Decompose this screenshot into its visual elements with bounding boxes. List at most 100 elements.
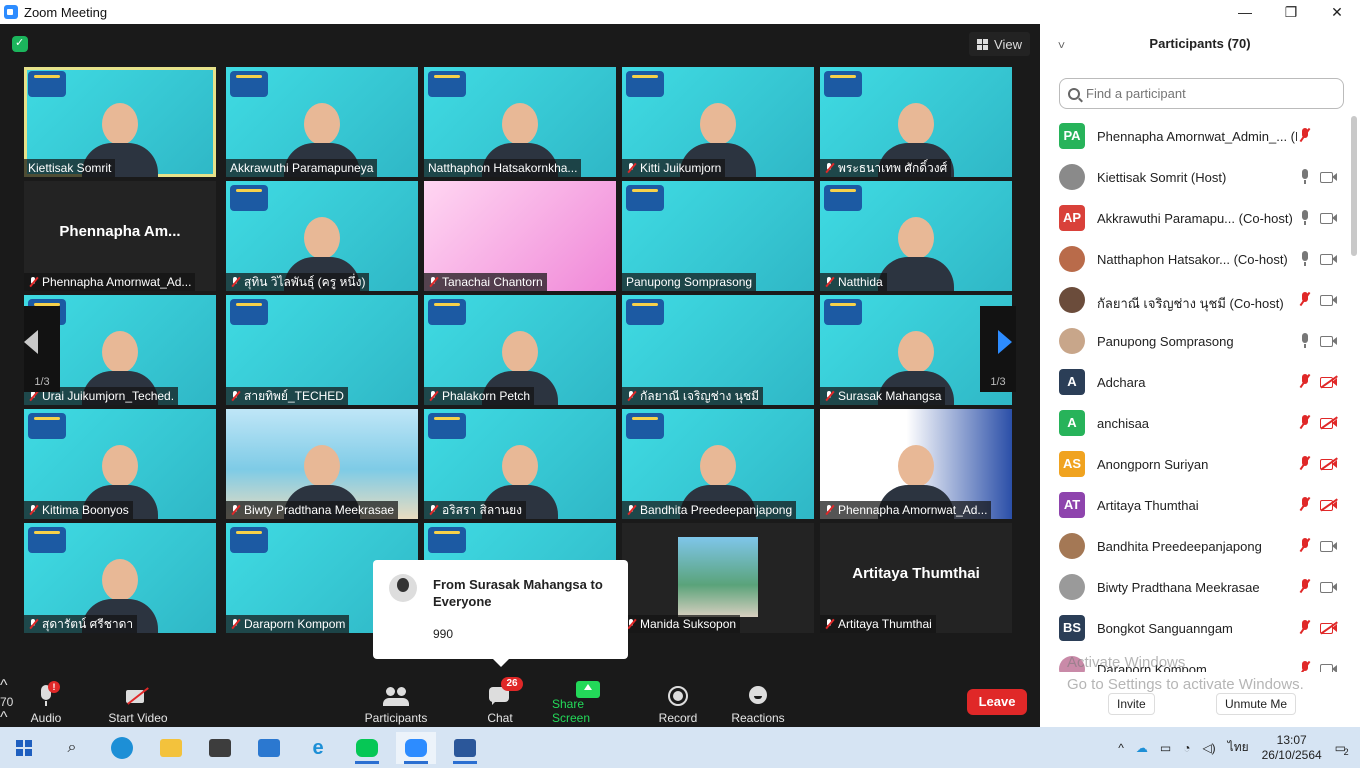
participant-row[interactable]: Natthaphon Hatsakor... (Co-host)	[1040, 239, 1345, 280]
participant-avatar: BS	[1059, 615, 1085, 641]
view-button[interactable]: View	[969, 32, 1030, 56]
video-tile[interactable]: สุดารัตน์ ศรีชาดา	[24, 523, 216, 633]
input-language[interactable]: ไทย	[1228, 738, 1249, 757]
line-taskbar-button[interactable]	[347, 732, 387, 764]
participant-row[interactable]: Bandhita Preedeepanjapong	[1040, 526, 1345, 567]
video-tile[interactable]: สายทิพย์_TECHED	[226, 295, 418, 405]
mic-icon[interactable]	[1298, 333, 1312, 349]
record-button[interactable]: Record	[656, 679, 700, 725]
participant-row[interactable]: A Adchara	[1040, 362, 1345, 403]
leave-button[interactable]: Leave	[967, 689, 1027, 715]
video-icon[interactable]	[1320, 580, 1338, 594]
video-tile[interactable]: Phennapha Am... Phennapha Amornwat_Ad...	[24, 181, 216, 291]
video-tile[interactable]: พระธนาเทพ ศักดิ์วงศ์	[820, 67, 1012, 177]
chat-notification-popup[interactable]: From Surasak Mahangsa to Everyone 990	[373, 560, 628, 667]
muted-mic-icon[interactable]	[1298, 415, 1312, 431]
reactions-button[interactable]: Reactions	[730, 679, 786, 725]
muted-mic-icon[interactable]	[1298, 374, 1312, 390]
video-tile[interactable]: Phennapha Amornwat_Ad...	[820, 409, 1012, 519]
onedrive-icon[interactable]: ☁	[1136, 741, 1148, 755]
participant-search-input[interactable]	[1086, 86, 1326, 101]
video-tile[interactable]: Artitaya Thumthai Artitaya Thumthai	[820, 523, 1012, 633]
muted-mic-icon[interactable]	[1298, 538, 1312, 554]
muted-mic-icon[interactable]	[1298, 292, 1312, 308]
video-tile[interactable]: Panupong Somprasong	[622, 181, 814, 291]
previous-page-button[interactable]: 1/3	[24, 306, 60, 392]
video-tile[interactable]: Manida Suksopon	[622, 523, 814, 633]
mic-icon[interactable]	[1298, 210, 1312, 226]
start-button[interactable]	[4, 732, 44, 764]
video-tile[interactable]: Natthaphon Hatsakornkha...	[424, 67, 616, 177]
muted-mic-icon[interactable]	[1298, 456, 1312, 472]
video-tile[interactable]: Bandhita Preedeepanjapong	[622, 409, 814, 519]
file-explorer-taskbar-button[interactable]	[151, 732, 191, 764]
video-off-icon[interactable]	[1320, 457, 1338, 471]
search-taskbar-button[interactable]: ⌕	[52, 732, 92, 764]
clock[interactable]: 13:07 26/10/2564	[1255, 733, 1329, 763]
video-icon[interactable]	[1320, 293, 1338, 307]
participant-row[interactable]: BS Bongkot Sanguanngam	[1040, 608, 1345, 649]
participant-row[interactable]: Aanchisaa	[1040, 403, 1345, 444]
next-page-button[interactable]: 1/3	[980, 306, 1016, 392]
minimize-button[interactable]: —	[1222, 0, 1268, 24]
muted-mic-icon[interactable]	[1298, 620, 1312, 636]
muted-mic-icon[interactable]	[1298, 128, 1312, 144]
video-tile[interactable]: Kittima Boonyos	[24, 409, 216, 519]
chat-button[interactable]: 26 Chat	[482, 677, 523, 725]
notifications-icon[interactable]: ▭ 2	[1335, 741, 1349, 757]
participant-row[interactable]: กัลยาณี เจริญช่าง นุชมี (Co-host)	[1040, 280, 1345, 321]
video-icon[interactable]	[1320, 252, 1338, 266]
encryption-shield-icon[interactable]	[12, 36, 28, 52]
video-off-icon[interactable]	[1320, 498, 1338, 512]
network-icon[interactable]: ▭	[1160, 741, 1171, 755]
close-button[interactable]: ✕	[1314, 0, 1360, 24]
participant-row[interactable]: PA Phennapha Amornwat_Admin_... (Me)	[1040, 116, 1345, 157]
share-screen-button[interactable]: Share Screen	[552, 679, 624, 725]
video-icon[interactable]	[1320, 170, 1338, 184]
mail-taskbar-button[interactable]	[249, 732, 289, 764]
show-hidden-icons-chevron-icon[interactable]: ^	[1118, 741, 1124, 755]
edge-taskbar-button[interactable]	[102, 732, 142, 764]
audio-button[interactable]: ! Audio	[28, 679, 64, 725]
video-tile[interactable]: Phalakorn Petch	[424, 295, 616, 405]
video-off-icon[interactable]	[1320, 375, 1338, 389]
muted-mic-icon[interactable]	[1298, 497, 1312, 513]
invite-button[interactable]: Invite	[1108, 693, 1155, 715]
mic-icon[interactable]	[1298, 169, 1312, 185]
wifi-icon[interactable]: ◔	[1183, 741, 1190, 755]
store-taskbar-button[interactable]	[200, 732, 240, 764]
video-icon[interactable]	[1320, 211, 1338, 225]
zoom-taskbar-button[interactable]	[396, 732, 436, 764]
muted-mic-icon[interactable]	[1298, 579, 1312, 595]
participant-row[interactable]: AS Anongporn Suriyan	[1040, 444, 1345, 485]
video-off-icon[interactable]	[1320, 416, 1338, 430]
participant-row[interactable]: AT Artitaya Thumthai	[1040, 485, 1345, 526]
participant-row[interactable]: Panupong Somprasong	[1040, 321, 1345, 362]
video-tile[interactable]: อริสรา สิลานยง	[424, 409, 616, 519]
video-icon[interactable]	[1320, 539, 1338, 553]
video-tile[interactable]: Kitti Juikumjorn	[622, 67, 814, 177]
video-tile[interactable]: Akkrawuthi Paramapuneya	[226, 67, 418, 177]
start-video-button[interactable]: Start Video	[106, 679, 170, 725]
video-tile[interactable]: Kiettisak Somrit	[24, 67, 216, 177]
word-taskbar-button[interactable]	[445, 732, 485, 764]
participant-row[interactable]: Biwty Pradthana Meekrasae	[1040, 567, 1345, 608]
video-tile[interactable]: Tanachai Chantorn	[424, 181, 616, 291]
video-tile[interactable]: สุทิน วิไลพันธุ์ (ครู หนึ่ง)	[226, 181, 418, 291]
video-icon[interactable]	[1320, 334, 1338, 348]
participant-list-scrollbar[interactable]	[1351, 116, 1357, 256]
maximize-button[interactable]: ❐	[1268, 0, 1314, 24]
ie-taskbar-button[interactable]: e	[298, 732, 338, 764]
video-off-icon[interactable]	[1320, 621, 1338, 635]
volume-icon[interactable]: ◁)	[1202, 741, 1215, 755]
video-tile[interactable]: Biwty Pradthana Meekrasae	[226, 409, 418, 519]
video-tile[interactable]: กัลยาณี เจริญช่าง นุชมี	[622, 295, 814, 405]
participant-row[interactable]: AP Akkrawuthi Paramapu... (Co-host)	[1040, 198, 1345, 239]
mic-icon[interactable]	[1298, 251, 1312, 267]
participants-button[interactable]: Participants	[364, 679, 428, 725]
video-icon[interactable]	[1320, 662, 1338, 672]
participant-search-box[interactable]	[1059, 78, 1344, 109]
unmute-me-button[interactable]: Unmute Me	[1216, 693, 1297, 715]
participant-row[interactable]: Kiettisak Somrit (Host)	[1040, 157, 1345, 198]
video-tile[interactable]: Natthida	[820, 181, 1012, 291]
